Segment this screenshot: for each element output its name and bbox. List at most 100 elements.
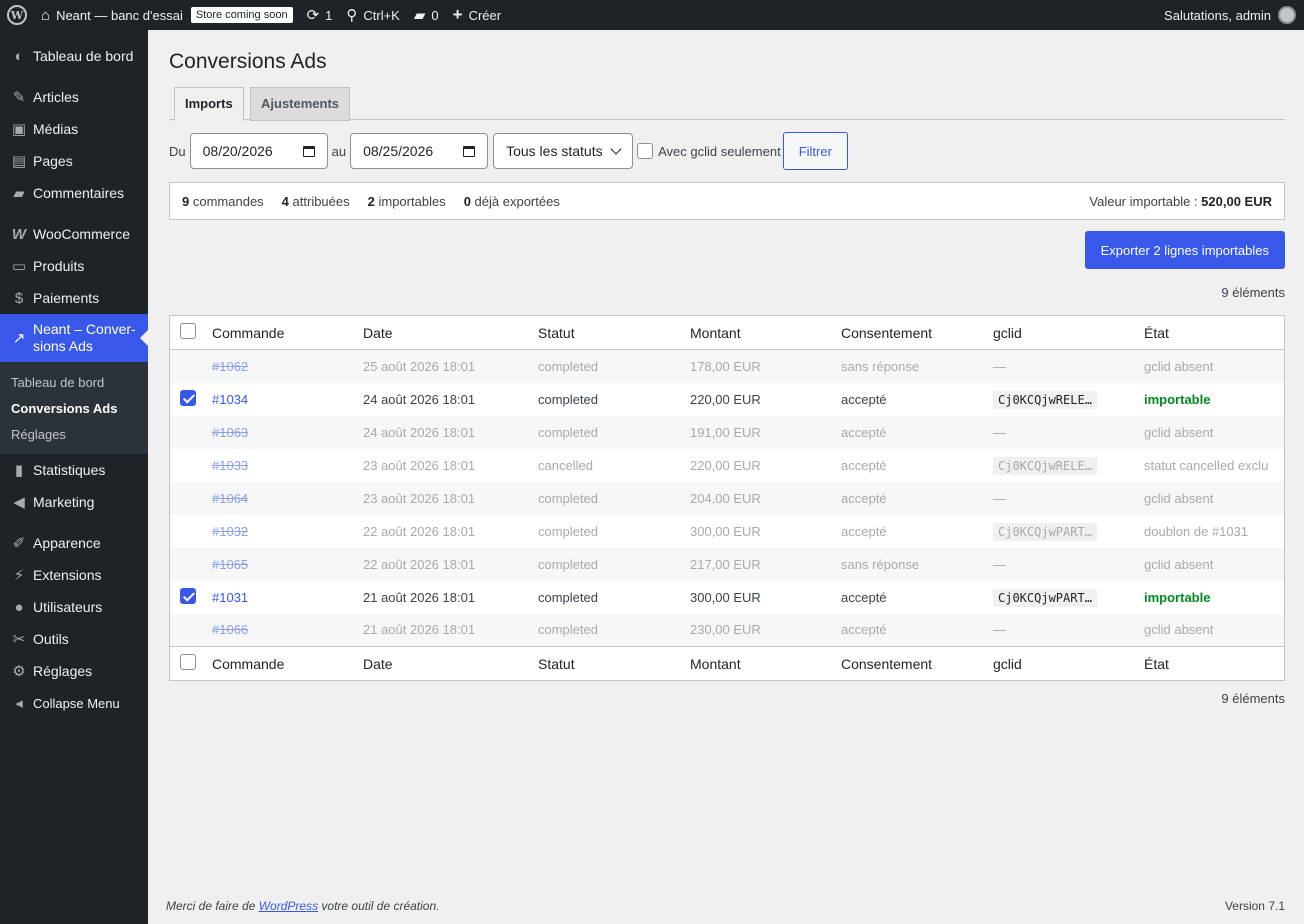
user-icon: ● bbox=[14, 598, 24, 616]
store-status-badge[interactable]: Store coming soon bbox=[190, 7, 293, 23]
menu-neant-conversions-ads[interactable]: ↗ Neant – Conver-sions Ads bbox=[0, 314, 148, 362]
state-label: gclid absent bbox=[1144, 490, 1214, 506]
menu-users[interactable]: ● Utilisateurs bbox=[0, 591, 148, 623]
col-status[interactable]: Statut bbox=[530, 316, 682, 350]
calendar-icon[interactable] bbox=[463, 145, 476, 157]
menu-media[interactable]: ▣ Médias bbox=[0, 113, 148, 145]
menu-payments[interactable]: $ Paiements bbox=[0, 282, 148, 314]
select-all-checkbox-footer[interactable] bbox=[180, 654, 196, 670]
cell-amount: 191,00 EUR bbox=[690, 424, 761, 440]
state-label: importable bbox=[1144, 391, 1211, 407]
wordpress-logo[interactable]: W bbox=[0, 0, 34, 30]
cell-consent: accepté bbox=[841, 589, 887, 605]
table-row[interactable]: #1033 23 août 2026 18:01 cancelled 220,00 E… bbox=[170, 449, 1285, 482]
gclid-only-toggle[interactable]: Avec gclid seulement bbox=[637, 143, 781, 159]
table-row[interactable]: #1064 23 août 2026 18:01 completed 204,00 E… bbox=[169, 481, 1285, 515]
chevron-down-icon bbox=[610, 143, 622, 155]
importable-value-label: Valeur importable : bbox=[1089, 193, 1198, 209]
comments-link[interactable]: ▰ 0 bbox=[407, 0, 446, 30]
tab-adjustments[interactable]: Ajustements bbox=[250, 87, 351, 121]
table-row[interactable]: #1034 24 août 2026 18:01 completed 220,00 E… bbox=[170, 383, 1285, 416]
create-link[interactable]: + Créer bbox=[446, 0, 508, 30]
col-status-footer[interactable]: Statut bbox=[530, 647, 682, 681]
menu-pages[interactable]: ▤ Pages bbox=[0, 145, 148, 177]
state-label: doublon de #1031 bbox=[1144, 523, 1249, 539]
updates-link[interactable]: ⟳ 1 bbox=[300, 0, 340, 30]
site-name-link[interactable]: ⌂ Neant — banc d'essai Store coming soon bbox=[34, 0, 300, 30]
order-link[interactable]: #1032 bbox=[212, 524, 248, 539]
account-menu[interactable]: Salutations, admin bbox=[1157, 0, 1304, 30]
order-link[interactable]: #1034 bbox=[212, 392, 248, 407]
col-amount-footer[interactable]: Montant bbox=[682, 647, 833, 681]
table-row[interactable]: #1063 24 août 2026 18:01 completed 191,00 E… bbox=[169, 415, 1285, 449]
stat-orders-label: commandes bbox=[192, 193, 264, 209]
order-link[interactable]: #1065 bbox=[212, 557, 248, 572]
export-button[interactable]: Exporter 2 lignes importables bbox=[1084, 231, 1285, 269]
cell-gclid: — bbox=[985, 548, 1136, 581]
menu-dashboard[interactable]: ◐ Tableau de bord bbox=[0, 40, 148, 72]
col-date[interactable]: Date bbox=[355, 316, 530, 350]
submenu-dashboard[interactable]: Tableau de bord bbox=[0, 370, 148, 396]
status-select[interactable]: Tous les statuts bbox=[493, 133, 634, 169]
menu-marketing[interactable]: ◀ Marketing bbox=[0, 486, 148, 518]
row-checkbox[interactable] bbox=[180, 587, 196, 604]
greeting: Salutations, admin bbox=[1164, 7, 1271, 23]
submenu-conversions-ads[interactable]: Conversions Ads bbox=[0, 396, 148, 422]
footer-version: Version 7.1 bbox=[1224, 899, 1285, 913]
table-row[interactable]: #1066 21 août 2026 18:01 completed 230,00 E… bbox=[169, 613, 1285, 647]
col-state-footer[interactable]: État bbox=[1136, 647, 1285, 681]
menu-comments[interactable]: ▰ Commentaires bbox=[0, 177, 148, 209]
submenu-settings[interactable]: Réglages bbox=[0, 422, 148, 448]
order-link[interactable]: #1031 bbox=[212, 590, 248, 605]
col-gclid[interactable]: gclid bbox=[985, 316, 1136, 350]
create-label: Créer bbox=[468, 7, 502, 23]
menu-tools[interactable]: ✂ Outils bbox=[0, 623, 148, 655]
menu-posts[interactable]: ✎ Articles bbox=[0, 81, 148, 113]
cell-date: 24 août 2026 18:01 bbox=[363, 424, 476, 440]
order-link[interactable]: #1062 bbox=[212, 359, 248, 374]
col-amount[interactable]: Montant bbox=[682, 316, 833, 350]
wordpress-link[interactable]: WordPress bbox=[259, 899, 318, 913]
select-all-checkbox[interactable] bbox=[180, 323, 196, 339]
dashboard-icon: ◐ bbox=[14, 47, 24, 65]
col-order-footer[interactable]: Commande bbox=[204, 647, 355, 681]
order-link[interactable]: #1063 bbox=[212, 425, 248, 440]
order-link[interactable]: #1066 bbox=[212, 622, 248, 637]
table-row[interactable]: #1031 21 août 2026 18:01 completed 300,00 E… bbox=[170, 581, 1285, 614]
filter-button[interactable]: Filtrer bbox=[782, 132, 848, 170]
table-row[interactable]: #1062 25 août 2026 18:01 completed 178,00 E… bbox=[169, 349, 1285, 383]
order-link[interactable]: #1033 bbox=[212, 458, 248, 473]
gclid-only-checkbox[interactable] bbox=[637, 143, 654, 159]
col-consent-footer[interactable]: Consentement bbox=[833, 647, 985, 681]
row-checkbox[interactable] bbox=[180, 389, 196, 406]
items-count-top: 9 éléments bbox=[1221, 285, 1285, 300]
gclid-empty: — bbox=[993, 424, 1006, 440]
menu-stats[interactable]: ▮ Statistiques bbox=[0, 454, 148, 486]
table-row[interactable]: #1032 22 août 2026 18:01 completed 300,00 E… bbox=[170, 515, 1285, 548]
col-date-footer[interactable]: Date bbox=[355, 647, 530, 681]
col-state[interactable]: État bbox=[1136, 316, 1285, 350]
command-palette-link[interactable]: ⚲ Ctrl+K bbox=[339, 0, 406, 30]
order-link[interactable]: #1064 bbox=[212, 491, 248, 506]
date-to-input[interactable]: 08/25/2026 bbox=[350, 133, 489, 169]
cell-amount: 220,00 EUR bbox=[690, 457, 761, 473]
col-order[interactable]: Commande bbox=[204, 316, 355, 350]
cell-state: gclid absent bbox=[1136, 614, 1285, 647]
date-from-value: 08/20/2026 bbox=[202, 143, 273, 159]
wrench-icon: ✂ bbox=[12, 631, 26, 648]
calendar-icon[interactable] bbox=[302, 145, 315, 157]
items-count-bottom: 9 éléments bbox=[1221, 691, 1285, 706]
col-consent[interactable]: Consentement bbox=[833, 316, 985, 350]
cell-state: doublon de #1031 bbox=[1136, 515, 1285, 548]
menu-products[interactable]: ▭ Produits bbox=[0, 250, 148, 282]
menu-appearance[interactable]: ✐ Apparence bbox=[0, 527, 148, 559]
menu-plugins[interactable]: ⚡ Extensions bbox=[0, 559, 148, 591]
col-gclid-footer[interactable]: gclid bbox=[985, 647, 1136, 681]
collapse-menu-button[interactable]: ◂ Collapse Menu bbox=[0, 687, 148, 719]
menu-settings[interactable]: ⚙ Réglages bbox=[0, 655, 148, 687]
date-from-input[interactable]: 08/20/2026 bbox=[189, 133, 328, 169]
menu-label: Neant – Conver-sions Ads bbox=[33, 321, 136, 354]
tab-imports[interactable]: Imports bbox=[174, 87, 244, 121]
table-row[interactable]: #1065 22 août 2026 18:01 completed 217,00 E… bbox=[169, 547, 1285, 581]
menu-woocommerce[interactable]: W WooCommerce bbox=[0, 218, 148, 250]
